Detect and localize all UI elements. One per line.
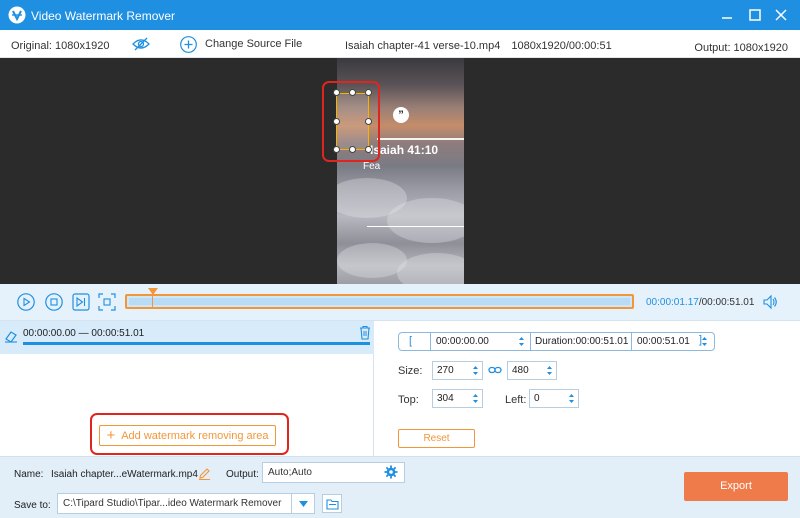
file-name: Isaiah chapter-41 verse-10.mp4 xyxy=(345,40,501,52)
file-info: Isaiah chapter-41 verse-10.mp4 1080x1920… xyxy=(345,40,612,52)
spinner-icon[interactable] xyxy=(472,392,479,405)
eye-hidden-icon[interactable] xyxy=(132,37,150,51)
video-caption-secondary: Fea xyxy=(363,161,381,172)
video-preview: ” Isaiah 41:10 Fea xyxy=(0,58,800,284)
link-ratio-icon[interactable] xyxy=(488,363,502,377)
app-logo-icon xyxy=(8,6,26,24)
change-source-button[interactable]: Change Source File xyxy=(180,34,302,54)
close-icon[interactable] xyxy=(772,6,790,24)
total-time: /00:00:51.01 xyxy=(698,297,755,308)
video-divider-line xyxy=(377,138,464,140)
playhead-marker[interactable] xyxy=(148,288,158,295)
time-display: 00:00:01.17/00:00:51.01 xyxy=(646,297,754,308)
time-range-editor: [ 00:00:00.00 Duration:00:00:51.01 00:00… xyxy=(398,332,715,351)
segment-row[interactable]: 00:00:00.00 — 00:00:51.01 xyxy=(0,321,374,354)
save-path-value: C:\Tipard Studio\Tipar...ideo Watermark … xyxy=(63,498,282,509)
top-value: 304 xyxy=(437,393,454,404)
set-start-button[interactable]: [ xyxy=(409,335,412,347)
eraser-icon xyxy=(5,331,17,343)
pencil-icon[interactable] xyxy=(198,467,211,480)
output-resolution: Output: 1080x1920 xyxy=(694,42,788,54)
spinner-icon[interactable] xyxy=(546,364,553,377)
start-time-field[interactable]: 00:00:00.00 xyxy=(430,333,530,350)
timeline-track[interactable] xyxy=(125,294,634,309)
top-input[interactable]: 304 xyxy=(432,389,483,408)
original-resolution: Original: 1080x1920 xyxy=(11,40,110,52)
cloud-shape xyxy=(397,253,464,284)
play-icon[interactable] xyxy=(17,293,35,311)
height-input[interactable]: 480 xyxy=(507,361,557,380)
minimize-icon[interactable] xyxy=(718,6,736,24)
area-settings-panel: [ 00:00:00.00 Duration:00:00:51.01 00:00… xyxy=(374,320,800,456)
left-input[interactable]: 0 xyxy=(529,389,579,408)
save-path-dropdown[interactable] xyxy=(291,494,314,513)
maximize-icon[interactable] xyxy=(746,6,764,24)
playhead-line xyxy=(152,294,153,309)
chevron-down-icon xyxy=(299,501,308,507)
title-bar: Video Watermark Remover xyxy=(0,0,800,30)
change-source-label: Change Source File xyxy=(205,38,303,50)
top-label: Top: xyxy=(398,394,419,406)
volume-icon[interactable] xyxy=(762,294,778,310)
export-button[interactable]: Export xyxy=(684,472,788,501)
highlight-box xyxy=(90,413,289,455)
footer-bar: Name: Isaiah chapter...eWatermark.mp4 Ou… xyxy=(0,456,800,518)
video-caption: Isaiah 41:10 xyxy=(370,143,439,157)
cloud-shape xyxy=(387,198,464,243)
size-label: Size: xyxy=(398,365,423,377)
info-bar: Original: 1080x1920 Change Source File I… xyxy=(0,30,800,58)
window-title: Video Watermark Remover xyxy=(31,9,176,23)
timeline-fill xyxy=(129,298,630,305)
next-frame-icon[interactable] xyxy=(72,293,90,311)
open-folder-button[interactable] xyxy=(322,494,342,513)
stop-icon[interactable] xyxy=(45,293,63,311)
spinner-icon[interactable] xyxy=(472,364,479,377)
folder-icon xyxy=(326,499,339,510)
video-divider-line xyxy=(367,226,464,227)
current-time: 00:00:01.17 xyxy=(646,297,699,308)
highlight-box xyxy=(322,81,380,162)
set-end-button[interactable]: ] xyxy=(699,334,702,346)
left-label: Left: xyxy=(505,394,527,406)
name-label: Name: xyxy=(14,469,44,480)
height-value: 480 xyxy=(512,365,529,376)
timeline-bar: 00:00:01.17/00:00:51.01 xyxy=(0,284,800,320)
spinner-icon[interactable] xyxy=(518,335,525,348)
segment-bar xyxy=(23,342,370,345)
add-circle-icon xyxy=(180,35,197,53)
quote-badge: ” xyxy=(393,107,409,123)
duration-field: Duration:00:00:51.01 xyxy=(530,333,631,350)
width-value: 270 xyxy=(437,365,454,376)
file-meta: 1080x1920/00:00:51 xyxy=(511,40,612,52)
snapshot-icon[interactable] xyxy=(98,293,116,311)
reset-button[interactable]: Reset xyxy=(398,429,475,448)
output-label: Output: xyxy=(226,469,259,480)
width-input[interactable]: 270 xyxy=(432,361,483,380)
trash-icon[interactable] xyxy=(358,325,372,340)
output-name-value: Isaiah chapter...eWatermark.mp4 xyxy=(51,469,198,480)
save-path-field[interactable]: C:\Tipard Studio\Tipar...ideo Watermark … xyxy=(57,493,315,514)
save-to-label: Save to: xyxy=(14,500,51,511)
spinner-icon[interactable] xyxy=(568,392,575,405)
left-value: 0 xyxy=(534,393,540,404)
output-settings-value: Auto;Auto xyxy=(268,467,312,478)
segment-range: 00:00:00.00 — 00:00:51.01 xyxy=(23,328,145,339)
gear-icon[interactable] xyxy=(384,465,398,479)
